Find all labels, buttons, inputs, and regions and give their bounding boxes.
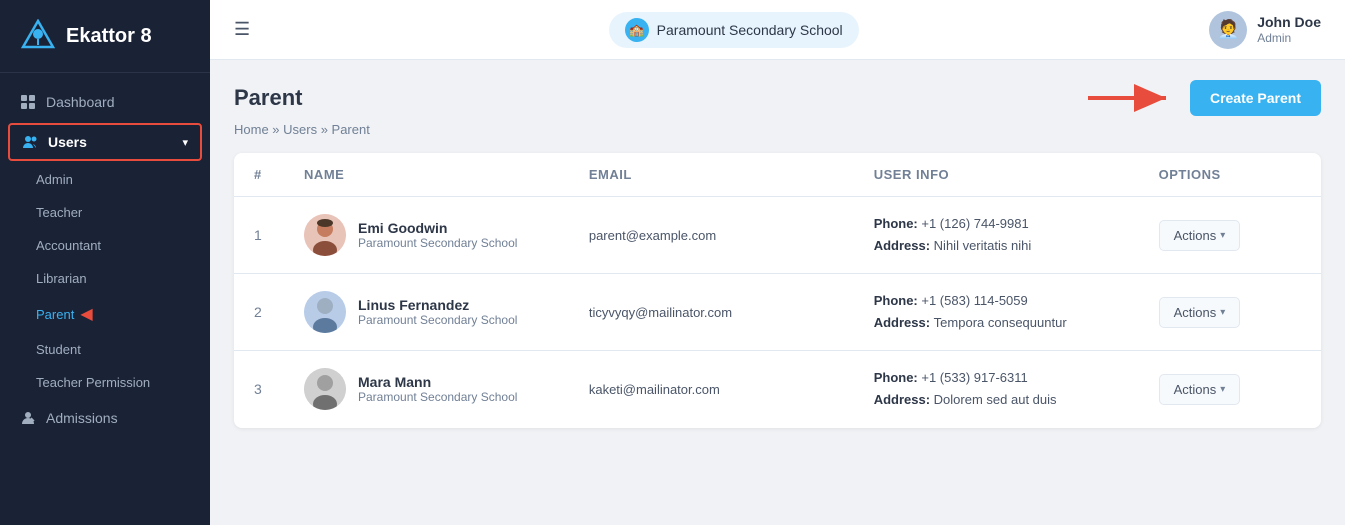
sidebar-admissions-label: Admissions: [46, 410, 118, 426]
user-name: John Doe: [1257, 13, 1321, 31]
row-1-address: Address: Nihil veritatis nihi: [874, 235, 1159, 257]
row-2-userinfo: Phone: +1 (583) 114-5059 Address: Tempor…: [874, 290, 1159, 334]
col-options: Options: [1159, 167, 1301, 182]
row-2-avatar: [304, 291, 346, 333]
row-3-actions-label: Actions: [1174, 382, 1217, 397]
topbar: ☰ 🏫 Paramount Secondary School 🧑‍💼 John …: [210, 0, 1345, 60]
row-2-email: ticyvyqy@mailinator.com: [589, 305, 874, 320]
row-1-avatar: [304, 214, 346, 256]
school-name: Paramount Secondary School: [657, 22, 843, 38]
sidebar-sub-admin[interactable]: Admin: [0, 163, 210, 196]
row-1-actions-label: Actions: [1174, 228, 1217, 243]
arrow-icon: [1088, 84, 1178, 112]
col-userinfo: User Info: [874, 167, 1159, 182]
row-2-info: Linus Fernandez Paramount Secondary Scho…: [358, 297, 517, 327]
create-parent-button[interactable]: Create Parent: [1190, 80, 1321, 116]
sidebar-librarian-label: Librarian: [36, 271, 87, 286]
row-3-actions-button[interactable]: Actions ▾: [1159, 374, 1241, 405]
header-right: Create Parent: [1088, 80, 1321, 116]
sidebar-teacher-permission-label: Teacher Permission: [36, 375, 150, 390]
user-info: John Doe Admin: [1257, 13, 1321, 47]
sidebar-admin-label: Admin: [36, 172, 73, 187]
sidebar-student-label: Student: [36, 342, 81, 357]
content-area: Parent Create Parent Home » Users »: [210, 60, 1345, 525]
menu-icon[interactable]: ☰: [234, 19, 250, 40]
row-2-actions-button[interactable]: Actions ▾: [1159, 297, 1241, 328]
row-3-userinfo: Phone: +1 (533) 917-6311 Address: Dolore…: [874, 367, 1159, 411]
row-1-phone: Phone: +1 (126) 744-9981: [874, 213, 1159, 235]
row-3-info: Mara Mann Paramount Secondary School: [358, 374, 517, 404]
row-1-school: Paramount Secondary School: [358, 236, 517, 250]
logo-icon: [20, 18, 56, 54]
sidebar-logo: Ekattor 8: [0, 0, 210, 73]
row-1-email: parent@example.com: [589, 228, 874, 243]
sidebar: Ekattor 8 Dashboard Users ▾ Admin Teache…: [0, 0, 210, 525]
sidebar-sub-teacher-permission[interactable]: Teacher Permission: [0, 366, 210, 399]
sidebar-sub-student[interactable]: Student: [0, 333, 210, 366]
row-1-user: Emi Goodwin Paramount Secondary School: [304, 214, 589, 256]
row-2-phone: Phone: +1 (583) 114-5059: [874, 290, 1159, 312]
row-3-user: Mara Mann Paramount Secondary School: [304, 368, 589, 410]
row-3-school: Paramount Secondary School: [358, 390, 517, 404]
parent-arrow-icon: ◀: [80, 304, 92, 324]
row-2-dropdown-icon: ▾: [1220, 307, 1225, 318]
avatar: 🧑‍💼: [1209, 11, 1247, 49]
sidebar-sub-parent[interactable]: Parent ◀: [0, 295, 210, 333]
row-2-user: Linus Fernandez Paramount Secondary Scho…: [304, 291, 589, 333]
row-1-actions-cell: Actions ▾: [1159, 220, 1301, 251]
sidebar-dashboard-label: Dashboard: [46, 94, 115, 110]
table-header: # Name Email User Info Options: [234, 153, 1321, 197]
table-row: 2 Linus Fernandez Paramount Secondary Sc…: [234, 274, 1321, 351]
row-3-avatar: [304, 368, 346, 410]
school-badge: 🏫 Paramount Secondary School: [609, 12, 859, 48]
row-3-name: Mara Mann: [358, 374, 517, 390]
row-3-dropdown-icon: ▾: [1220, 384, 1225, 395]
users-chevron-icon: ▾: [182, 136, 188, 149]
row-2-school: Paramount Secondary School: [358, 313, 517, 327]
row-3-email: kaketi@mailinator.com: [589, 382, 874, 397]
sidebar-sub-librarian[interactable]: Librarian: [0, 262, 210, 295]
row-1-userinfo: Phone: +1 (126) 744-9981 Address: Nihil …: [874, 213, 1159, 257]
page-title-group: Parent: [234, 85, 302, 111]
row-2-address: Address: Tempora consequuntur: [874, 312, 1159, 334]
sidebar-item-dashboard[interactable]: Dashboard: [0, 83, 210, 121]
row-3-phone: Phone: +1 (533) 917-6311: [874, 367, 1159, 389]
sidebar-nav: Dashboard Users ▾ Admin Teacher Accounta…: [0, 73, 210, 525]
col-num: #: [254, 167, 304, 182]
row-1-num: 1: [254, 227, 304, 243]
school-icon: 🏫: [625, 18, 649, 42]
topbar-user: 🧑‍💼 John Doe Admin: [1209, 11, 1321, 49]
main-content: ☰ 🏫 Paramount Secondary School 🧑‍💼 John …: [210, 0, 1345, 525]
page-header: Parent Create Parent: [234, 80, 1321, 116]
row-3-actions-cell: Actions ▾: [1159, 374, 1301, 405]
sidebar-item-users[interactable]: Users ▾: [8, 123, 202, 161]
app-name: Ekattor 8: [66, 25, 152, 48]
col-email: Email: [589, 167, 874, 182]
row-1-name: Emi Goodwin: [358, 220, 517, 236]
row-2-actions-cell: Actions ▾: [1159, 297, 1301, 328]
breadcrumb: Home » Users » Parent: [234, 122, 1321, 137]
sidebar-item-admissions[interactable]: Admissions: [0, 399, 210, 437]
row-1-info: Emi Goodwin Paramount Secondary School: [358, 220, 517, 250]
table-row: 1 Emi Goodwin Paramount Secondary School: [234, 197, 1321, 274]
row-3-address: Address: Dolorem sed aut duis: [874, 389, 1159, 411]
page-title: Parent: [234, 85, 302, 111]
sidebar-parent-label: Parent: [36, 307, 74, 322]
user-role: Admin: [1257, 31, 1321, 47]
row-2-num: 2: [254, 304, 304, 320]
sidebar-teacher-label: Teacher: [36, 205, 82, 220]
topbar-center: 🏫 Paramount Secondary School: [274, 12, 1193, 48]
users-table: # Name Email User Info Options 1: [234, 153, 1321, 428]
row-1-actions-button[interactable]: Actions ▾: [1159, 220, 1241, 251]
table-row: 3 Mara Mann Paramount Secondary School: [234, 351, 1321, 427]
row-2-name: Linus Fernandez: [358, 297, 517, 313]
row-3-num: 3: [254, 381, 304, 397]
sidebar-users-label: Users: [48, 134, 87, 150]
sidebar-sub-teacher[interactable]: Teacher: [0, 196, 210, 229]
col-name: Name: [304, 167, 589, 182]
sidebar-accountant-label: Accountant: [36, 238, 101, 253]
row-1-dropdown-icon: ▾: [1220, 230, 1225, 241]
row-2-actions-label: Actions: [1174, 305, 1217, 320]
sidebar-sub-accountant[interactable]: Accountant: [0, 229, 210, 262]
